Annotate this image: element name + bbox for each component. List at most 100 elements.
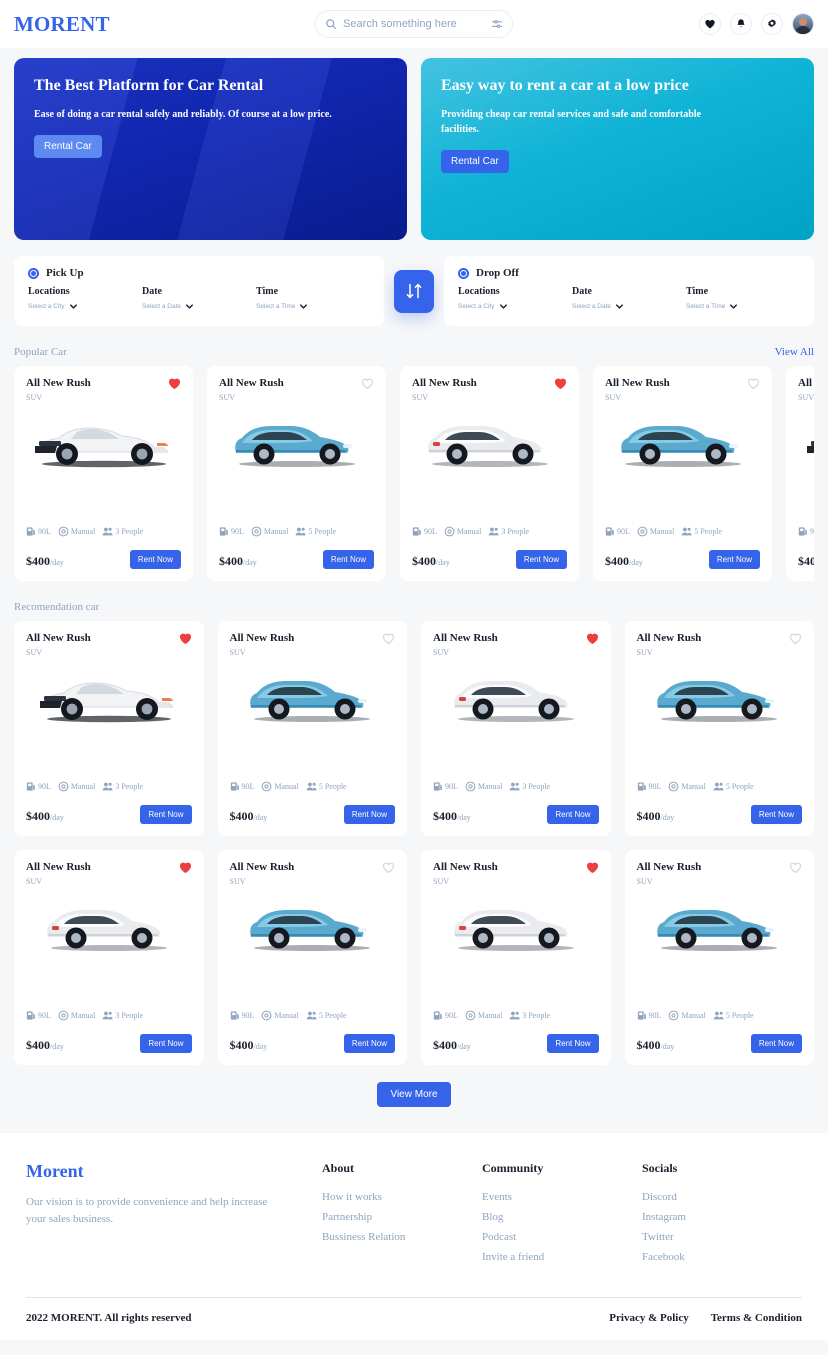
- footer-link[interactable]: Partnership: [322, 1211, 482, 1223]
- car-card[interactable]: All New Rush SUV 90L: [421, 850, 611, 1065]
- favorite-toggle-icon[interactable]: [382, 632, 395, 645]
- pickup-time-select[interactable]: Select a Time: [256, 303, 370, 310]
- settings-button[interactable]: [761, 13, 783, 35]
- favorites-button[interactable]: [699, 13, 721, 35]
- rent-now-button[interactable]: Rent Now: [547, 805, 599, 824]
- rent-now-button[interactable]: Rent Now: [322, 550, 374, 569]
- brand-logo[interactable]: MORENT: [14, 12, 110, 37]
- footer-link[interactable]: Twitter: [642, 1231, 802, 1243]
- header-actions: [699, 13, 814, 35]
- favorite-toggle-icon[interactable]: [554, 377, 567, 390]
- spec-transmission-text: Manual: [70, 782, 96, 791]
- favorite-toggle-icon[interactable]: [586, 632, 599, 645]
- footer-link[interactable]: Blog: [482, 1211, 642, 1223]
- footer-link[interactable]: Bussiness Relation: [322, 1231, 482, 1243]
- spec-fuel-text: 90L: [810, 527, 814, 536]
- rent-now-button[interactable]: Rent Now: [343, 805, 395, 824]
- spec-fuel: 90L: [798, 526, 814, 537]
- steering-wheel-icon: [637, 526, 648, 537]
- car-card[interactable]: All New Rush SUV 90L: [624, 850, 814, 1065]
- dropoff-date-select[interactable]: Select a Date: [572, 303, 686, 310]
- car-specs: 90L Manual 5 People: [230, 1000, 396, 1021]
- footer-link[interactable]: Events: [482, 1191, 642, 1203]
- view-more-wrap: View More: [14, 1082, 814, 1107]
- legal-link[interactable]: Privacy & Policy: [609, 1312, 688, 1324]
- car-card[interactable]: All New Rush SUV 90L: [624, 621, 814, 836]
- favorite-toggle-icon[interactable]: [789, 632, 802, 645]
- rent-now-button[interactable]: Rent Now: [343, 1034, 395, 1053]
- favorite-toggle-icon[interactable]: [382, 861, 395, 874]
- favorite-toggle-icon[interactable]: [179, 861, 192, 874]
- favorite-toggle-icon[interactable]: [789, 861, 802, 874]
- fuel-pump-icon: [798, 527, 807, 536]
- car-type: SUV: [605, 393, 622, 402]
- dropoff-location-select[interactable]: Select a City: [458, 303, 572, 310]
- rent-now-button[interactable]: Rent Now: [140, 805, 192, 824]
- car-card[interactable]: All New Rush SUV 90L: [207, 366, 386, 581]
- car-card[interactable]: All New Rush SUV 90L: [421, 621, 611, 836]
- car-price: $400/day: [433, 809, 471, 824]
- footer-link[interactable]: Instagram: [642, 1211, 802, 1223]
- view-all-link[interactable]: View All: [775, 346, 814, 358]
- spec-capacity: 5 People: [295, 526, 336, 537]
- search-bar[interactable]: [315, 10, 513, 38]
- pickup-location-select[interactable]: Select a City: [28, 303, 142, 310]
- car-card[interactable]: All New Rush SUV 90L: [593, 366, 772, 581]
- user-avatar[interactable]: [792, 13, 814, 35]
- pickup-radio[interactable]: [28, 267, 39, 279]
- spec-fuel-text: 90L: [241, 782, 255, 791]
- car-price: $400/day: [433, 1038, 471, 1053]
- hero-rental-car-button[interactable]: Rental Car: [441, 150, 509, 174]
- footer-link[interactable]: Podcast: [482, 1231, 642, 1243]
- spec-fuel: 90L: [26, 1010, 51, 1021]
- car-card[interactable]: All New Rush SUV 90L: [14, 366, 193, 581]
- car-price-period: /day: [660, 813, 675, 822]
- pickup-date-select[interactable]: Select a Date: [142, 303, 256, 310]
- footer-link[interactable]: Invite a friend: [482, 1251, 642, 1263]
- rent-now-button[interactable]: Rent Now: [515, 550, 567, 569]
- spec-fuel-text: 90L: [617, 527, 630, 536]
- popular-car-list[interactable]: All New Rush SUV 90L Manual 3 People $40…: [14, 366, 814, 581]
- car-card[interactable]: All New Rush SUV 90L: [14, 621, 204, 836]
- favorite-toggle-icon[interactable]: [168, 377, 181, 390]
- search-input[interactable]: [343, 18, 485, 30]
- rent-now-button[interactable]: Rent Now: [750, 805, 802, 824]
- favorite-toggle-icon[interactable]: [747, 377, 760, 390]
- footer-link[interactable]: How it works: [322, 1191, 482, 1203]
- spec-transmission: Manual: [444, 526, 481, 537]
- favorite-toggle-icon[interactable]: [179, 632, 192, 645]
- rent-now-button[interactable]: Rent Now: [140, 1034, 192, 1053]
- steering-wheel-icon: [58, 526, 69, 537]
- car-card[interactable]: All New Rush SUV 90L: [400, 366, 579, 581]
- car-card[interactable]: All New Rush SUV 90L: [217, 621, 407, 836]
- car-card[interactable]: All New Rush SUV 90L: [14, 850, 204, 1065]
- footer-logo[interactable]: Morent: [26, 1161, 322, 1182]
- dropoff-time-select[interactable]: Select a Time: [686, 303, 800, 310]
- spec-fuel: 90L: [230, 1010, 254, 1021]
- spec-fuel: 90L: [26, 526, 51, 537]
- footer-link[interactable]: Discord: [642, 1191, 802, 1203]
- spec-fuel-text: 90L: [648, 1011, 662, 1020]
- car-card[interactable]: All New Rush SUV 90L: [217, 850, 407, 1065]
- hero-rental-car-button[interactable]: Rental Car: [34, 135, 102, 159]
- view-more-button[interactable]: View More: [377, 1082, 451, 1107]
- notifications-button[interactable]: [730, 13, 752, 35]
- car-name: All New Rush: [229, 861, 295, 873]
- rent-now-button[interactable]: Rent Now: [547, 1034, 599, 1053]
- spec-capacity-text: 3 People: [115, 527, 144, 536]
- car-card[interactable]: All New Rush SUV 90L: [786, 366, 814, 581]
- footer-link[interactable]: Facebook: [642, 1251, 802, 1263]
- filter-sliders-icon[interactable]: [491, 18, 503, 30]
- spec-capacity: 3 People: [509, 781, 550, 792]
- swap-pickup-dropoff-button[interactable]: [394, 269, 434, 313]
- steering-wheel-icon: [261, 781, 272, 792]
- legal-link[interactable]: Terms & Condition: [711, 1312, 802, 1324]
- favorite-toggle-icon[interactable]: [586, 861, 599, 874]
- dropoff-radio[interactable]: [458, 267, 469, 279]
- rent-now-button[interactable]: Rent Now: [708, 550, 760, 569]
- car-image-sportscar-white: [39, 682, 174, 723]
- rent-now-button[interactable]: Rent Now: [750, 1034, 802, 1053]
- rent-now-button[interactable]: Rent Now: [129, 550, 181, 569]
- spec-fuel: 90L: [637, 1010, 662, 1021]
- favorite-toggle-icon[interactable]: [361, 377, 374, 390]
